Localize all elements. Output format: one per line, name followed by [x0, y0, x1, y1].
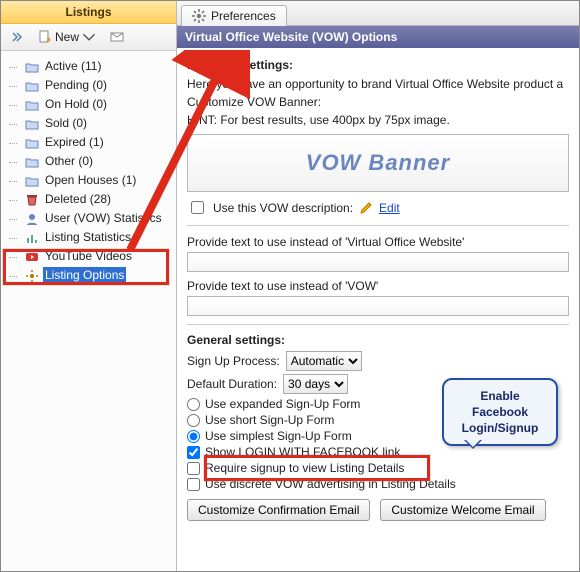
stats-icon	[25, 231, 39, 245]
divider	[187, 225, 569, 226]
gear-icon	[25, 269, 39, 283]
sidebar-item-10[interactable]: YouTube Videos	[3, 247, 174, 266]
callout-facebook: EnableFacebookLogin/Signup	[442, 378, 558, 446]
collapse-button[interactable]	[7, 29, 27, 45]
branding-intro: Here you have an opportunity to brand Vi…	[187, 76, 569, 92]
chevrons-icon	[10, 30, 24, 44]
sidebar-toolbar: New	[1, 24, 176, 51]
sidebar-item-8[interactable]: User (VOW) Statistics	[3, 209, 174, 228]
pencil-icon	[359, 201, 373, 215]
divider	[187, 324, 569, 325]
sidebar-item-0[interactable]: Active (11)	[3, 57, 174, 76]
branding-header: Branding settings:	[187, 58, 569, 72]
sidebar-item-label: Other (0)	[43, 153, 95, 170]
signup-label: Sign Up Process:	[187, 354, 280, 368]
sidebar-item-label: Active (11)	[43, 58, 103, 75]
sidebar-item-label: On Hold (0)	[43, 96, 109, 113]
sidebar-item-label: Pending (0)	[43, 77, 109, 94]
sidebar-item-6[interactable]: Open Houses (1)	[3, 171, 174, 190]
gear-icon	[192, 9, 206, 23]
sidebar-item-label: Deleted (28)	[43, 191, 113, 208]
panel-title: Virtual Office Website (VOW) Options	[177, 26, 579, 48]
sidebar-item-11[interactable]: Listing Options	[3, 266, 174, 285]
folder-icon	[25, 79, 39, 93]
sidebar-item-label: Listing Options	[43, 267, 126, 284]
panel-body: Branding settings: Here you have an oppo…	[177, 48, 579, 529]
tab-strip: Preferences	[177, 1, 579, 26]
sidebar-item-label: Listing Statistics	[43, 229, 133, 246]
new-button[interactable]: New	[35, 29, 99, 45]
alt-full-label: Provide text to use instead of 'Virtual …	[187, 234, 569, 250]
banner-preview[interactable]: VOW Banner	[187, 134, 569, 192]
use-description-label: Use this VOW description:	[213, 201, 353, 215]
alt-full-input[interactable]	[187, 252, 569, 272]
folder-icon	[25, 136, 39, 150]
signup-select[interactable]: Automatic	[286, 351, 362, 371]
sidebar-item-3[interactable]: Sold (0)	[3, 114, 174, 133]
alt-short-label: Provide text to use instead of 'VOW'	[187, 278, 569, 294]
trash-icon	[25, 193, 39, 207]
new-button-label: New	[55, 30, 79, 44]
general-header: General settings:	[187, 333, 569, 347]
checkbox-discrete-ad[interactable]: Use discrete VOW advertising in Listing …	[187, 477, 569, 491]
sidebar-item-7[interactable]: Deleted (28)	[3, 190, 174, 209]
sidebar-item-label: User (VOW) Statistics	[43, 210, 164, 227]
tab-label: Preferences	[211, 9, 276, 23]
edit-description-link[interactable]: Edit	[379, 201, 400, 215]
mail-button[interactable]	[107, 29, 127, 45]
folder-icon	[25, 117, 39, 131]
sidebar-item-5[interactable]: Other (0)	[3, 152, 174, 171]
sidebar-item-2[interactable]: On Hold (0)	[3, 95, 174, 114]
checkbox-facebook[interactable]: Show LOGIN WITH FACEBOOK link	[187, 445, 569, 459]
user-icon	[25, 212, 39, 226]
youtube-icon	[25, 250, 39, 264]
use-description-checkbox[interactable]	[191, 201, 204, 214]
duration-select[interactable]: 30 days	[283, 374, 348, 394]
main-panel: Preferences Virtual Office Website (VOW)…	[177, 1, 579, 571]
dropdown-icon	[82, 30, 96, 44]
mail-icon	[110, 30, 124, 44]
sidebar-item-1[interactable]: Pending (0)	[3, 76, 174, 95]
customize-welcome-button[interactable]: Customize Welcome Email	[380, 499, 545, 521]
checkbox-require-signup[interactable]: Require signup to view Listing Details	[187, 461, 569, 475]
folder-icon	[25, 155, 39, 169]
customize-confirmation-button[interactable]: Customize Confirmation Email	[187, 499, 370, 521]
sidebar-title: Listings	[1, 1, 176, 24]
duration-label: Default Duration:	[187, 377, 277, 391]
alt-short-input[interactable]	[187, 296, 569, 316]
sidebar: Listings New Active (11) Pending (0) On Ho…	[1, 1, 177, 571]
customize-banner-label: Customize VOW Banner:	[187, 94, 569, 110]
folder-icon	[25, 60, 39, 74]
new-doc-icon	[38, 30, 52, 44]
sidebar-item-4[interactable]: Expired (1)	[3, 133, 174, 152]
sidebar-item-label: Expired (1)	[43, 134, 106, 151]
sidebar-item-label: Open Houses (1)	[43, 172, 138, 189]
banner-hint: HINT: For best results, use 400px by 75p…	[187, 112, 569, 128]
folder-icon	[25, 98, 39, 112]
sidebar-tree: Active (11) Pending (0) On Hold (0) Sold (0…	[1, 51, 176, 571]
folder-icon	[25, 174, 39, 188]
tab-preferences[interactable]: Preferences	[181, 5, 287, 26]
sidebar-item-label: Sold (0)	[43, 115, 89, 132]
sidebar-item-label: YouTube Videos	[43, 248, 134, 265]
sidebar-item-9[interactable]: Listing Statistics	[3, 228, 174, 247]
